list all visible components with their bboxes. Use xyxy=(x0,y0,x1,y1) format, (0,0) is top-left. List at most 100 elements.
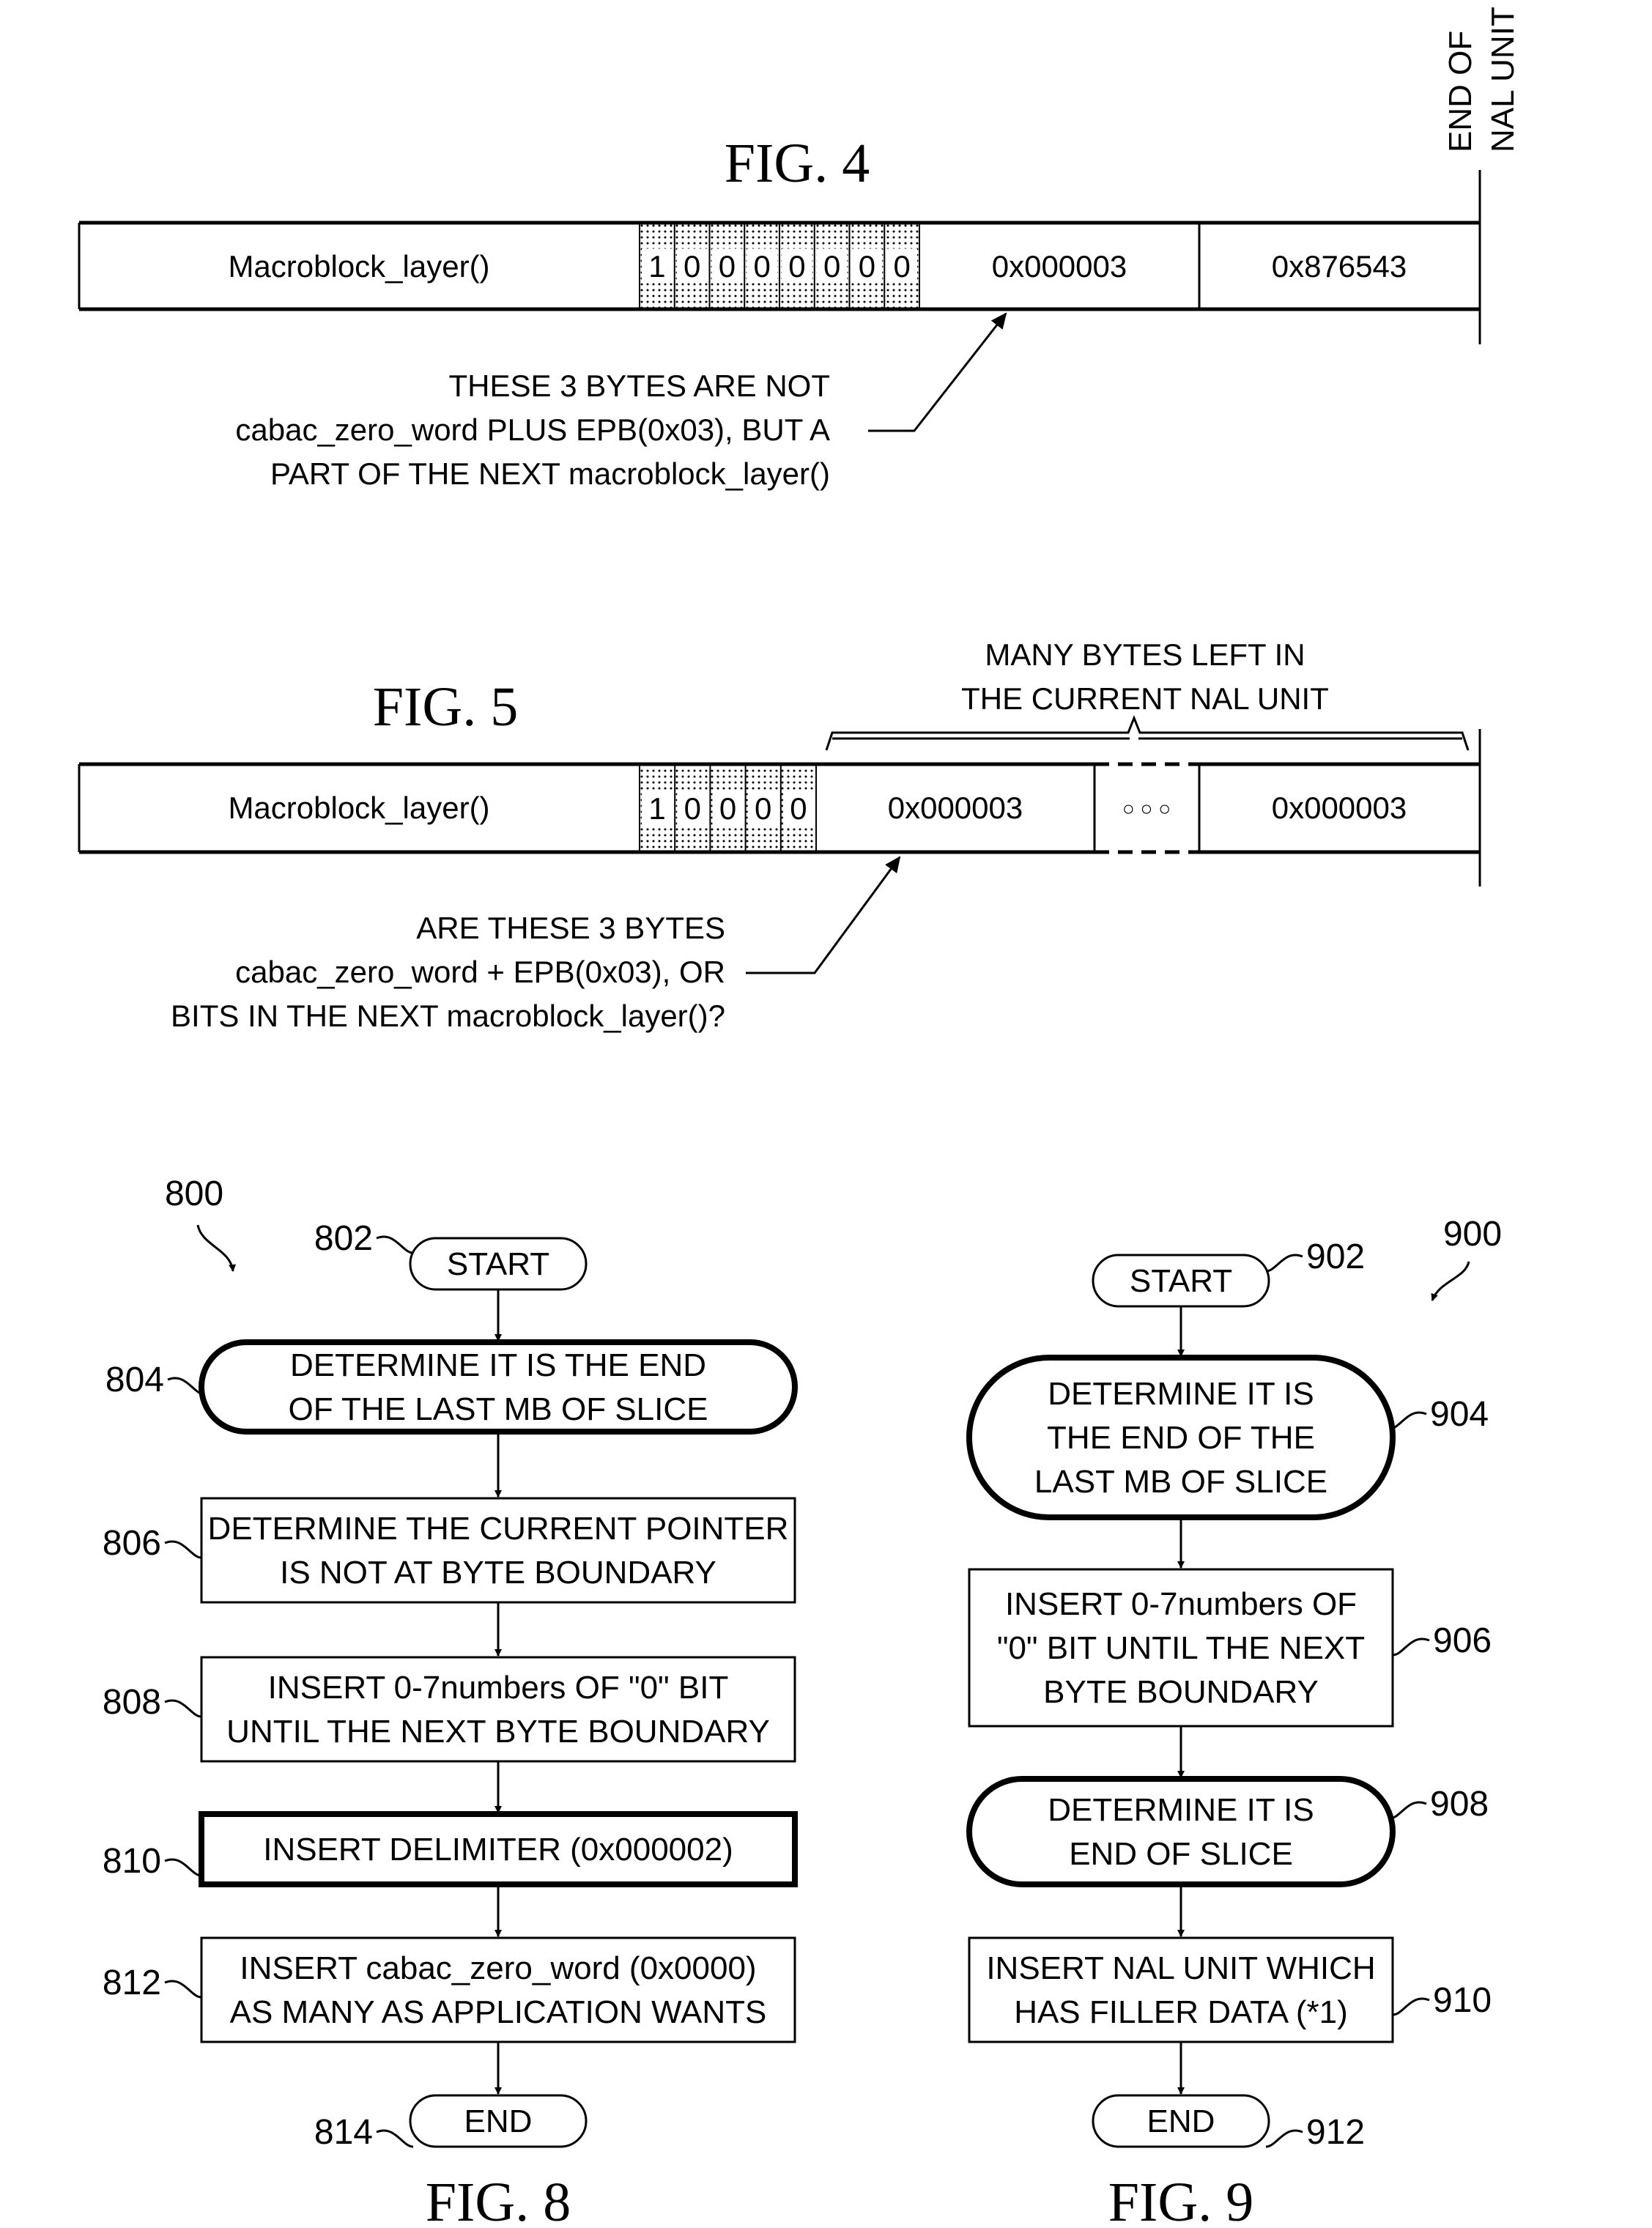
fig5-brace xyxy=(825,714,1470,751)
bit-cell: 0 xyxy=(859,249,875,284)
ref-leader xyxy=(1392,1637,1430,1657)
step-908: DETERMINE IT IS END OF SLICE 908 xyxy=(966,1776,1489,1887)
ref-number: 904 xyxy=(1430,1395,1489,1434)
ref-number: 908 xyxy=(1430,1785,1489,1824)
ref-number: 912 xyxy=(1306,2113,1365,2152)
fig5-annotation-line-3: BITS IN THE NEXT macroblock_layer()? xyxy=(171,999,725,1033)
bit-cell: 0 xyxy=(719,791,736,826)
step-text: END xyxy=(1147,2103,1215,2139)
step-text: THE END OF THE xyxy=(1047,1420,1315,1456)
step-text: DETERMINE IT IS xyxy=(1048,1792,1314,1828)
fig9-ref-arrow xyxy=(1431,1261,1470,1301)
ref-number: 812 xyxy=(103,1964,161,2002)
ref-leader xyxy=(376,1235,414,1254)
step-806: DETERMINE THE CURRENT POINTER IS NOT AT B… xyxy=(103,1497,796,1604)
fig5-bytes2-cell: 0x000003 xyxy=(1272,791,1407,825)
fig5-macroblock-cell: Macroblock_layer() xyxy=(228,791,489,825)
bit-cell: 0 xyxy=(719,249,736,284)
fig8-flowchart: 800 FIG. 8 START 802 DETERMINE IT IS THE E… xyxy=(103,1174,798,2228)
step-text: HAS FILLER DATA (*1) xyxy=(1014,1994,1348,2030)
step-912: END 912 xyxy=(1092,2094,1365,2152)
fig4-bitstream-bar: Macroblock_layer() 10000000 0x000003 0x8… xyxy=(78,221,1480,311)
ref-number: 802 xyxy=(314,1219,373,1258)
step-text: DETERMINE IT IS xyxy=(1048,1376,1314,1412)
step-text: INSERT NAL UNIT WHICH xyxy=(986,1950,1375,1986)
bit-cell: 1 xyxy=(648,249,665,284)
fig5-annotation-line-2: cabac_zero_word + EPB(0x03), OR xyxy=(235,955,725,989)
fig4-end-label-1: END OF xyxy=(1442,31,1478,152)
bit-cell: 0 xyxy=(684,249,700,284)
patent-drawing-sheet: FIG. 4 END OF NAL UNIT Macroblock_layer(… xyxy=(78,7,1521,2228)
ref-number: 804 xyxy=(105,1361,164,1399)
fig5-ellipsis-cell: ○ ○ ○ xyxy=(1122,797,1171,820)
fig4-annotation-line-2: cabac_zero_word PLUS EPB(0x03), BUT A xyxy=(235,412,830,447)
ref-number: 808 xyxy=(103,1683,161,1722)
step-text: "0" BIT UNTIL THE NEXT xyxy=(997,1630,1365,1666)
ref-number: 810 xyxy=(103,1842,161,1881)
step-814: END 814 xyxy=(314,2094,588,2152)
step-text: UNTIL THE NEXT BYTE BOUNDARY xyxy=(226,1714,770,1750)
ref-number: 814 xyxy=(314,2113,373,2152)
step-text: DETERMINE IT IS THE END xyxy=(290,1347,706,1383)
step-text: INSERT DELIMITER (0x000002) xyxy=(263,1832,733,1868)
step-810: INSERT DELIMITER (0x000002) 810 xyxy=(103,1811,798,1887)
ref-leader xyxy=(1392,1997,1430,2016)
step-text: IS NOT AT BYTE BOUNDARY xyxy=(280,1555,716,1591)
step-text: OF THE LAST MB OF SLICE xyxy=(289,1391,708,1427)
fig4-annotation-line-1: THESE 3 BYTES ARE NOT xyxy=(449,369,830,403)
fig5-annotation-line-1: ARE THESE 3 BYTES xyxy=(416,911,725,945)
step-text: END xyxy=(464,2103,533,2139)
ref-number: 806 xyxy=(103,1524,161,1563)
bit-cell: 0 xyxy=(893,249,910,284)
step-text: END OF SLICE xyxy=(1069,1836,1293,1872)
fig5-brace-label-1: MANY BYTES LEFT IN xyxy=(985,637,1305,672)
fig4-macroblock-cell: Macroblock_layer() xyxy=(228,249,489,284)
ref-number: 902 xyxy=(1306,1237,1365,1276)
fig9-flowchart: 900 FIG. 9 START 902 DETERMINE IT IS THE EN… xyxy=(966,1215,1502,2228)
fig8-ref-arrow xyxy=(196,1224,237,1272)
step-910: INSERT NAL UNIT WHICH HAS FILLER DATA (*1… xyxy=(968,1936,1492,2043)
fig9-ref: 900 xyxy=(1443,1215,1502,1254)
step-906: INSERT 0-7numbers OF "0" BIT UNTIL THE NE… xyxy=(968,1568,1492,1728)
step-text: INSERT 0-7numbers OF xyxy=(1005,1586,1357,1622)
fig4-bytes2-cell: 0x876543 xyxy=(1272,249,1407,284)
ref-leader xyxy=(1265,2129,1303,2148)
bit-cell: 0 xyxy=(823,249,840,284)
step-text: INSERT 0-7numbers OF "0" BIT xyxy=(268,1670,729,1706)
ref-leader xyxy=(164,1858,202,1877)
fig4-title: FIG. 4 xyxy=(725,133,870,194)
fig4-bytes1-cell: 0x000003 xyxy=(992,249,1127,284)
bit-cell: 1 xyxy=(648,791,665,826)
step-812: INSERT cabac_zero_word (0x0000) AS MANY A… xyxy=(103,1936,796,2043)
fig4: FIG. 4 END OF NAL UNIT Macroblock_layer(… xyxy=(78,7,1521,491)
bit-cell: 0 xyxy=(788,249,805,284)
step-text: DETERMINE THE CURRENT POINTER xyxy=(208,1511,789,1547)
ref-leader xyxy=(1389,1411,1427,1430)
fig5-title: FIG. 5 xyxy=(373,676,518,738)
step-804: DETERMINE IT IS THE END OF THE LAST MB OF… xyxy=(105,1339,798,1435)
ref-leader xyxy=(164,1699,202,1718)
step-text: START xyxy=(1130,1263,1232,1299)
ref-leader xyxy=(164,1540,202,1559)
fig8-ref: 800 xyxy=(165,1174,223,1213)
ref-number: 906 xyxy=(1433,1621,1492,1660)
step-808: INSERT 0-7numbers OF "0" BIT UNTIL THE NE… xyxy=(103,1656,796,1763)
bit-cell: 0 xyxy=(790,791,807,826)
step-904: DETERMINE IT IS THE END OF THE LAST MB OF … xyxy=(966,1355,1489,1520)
step-902: START 902 xyxy=(1092,1237,1365,1308)
step-text: INSERT cabac_zero_word (0x0000) xyxy=(240,1950,756,1986)
step-text: START xyxy=(447,1246,549,1282)
step-text: AS MANY AS APPLICATION WANTS xyxy=(230,1994,767,2030)
fig5-bitstream-bar: Macroblock_layer() 10000 0x000003 ○ ○ ○ … xyxy=(78,762,1480,854)
step-802: START 802 xyxy=(314,1219,588,1291)
fig5-leader-arrow xyxy=(746,856,901,974)
fig4-end-label-2: NAL UNIT xyxy=(1485,7,1521,152)
fig5-bytes1-cell: 0x000003 xyxy=(888,791,1023,825)
bit-cell: 0 xyxy=(755,791,771,826)
ref-leader xyxy=(164,1980,202,1999)
step-text: BYTE BOUNDARY xyxy=(1043,1674,1319,1710)
fig9-title: FIG. 9 xyxy=(1108,2172,1253,2228)
ref-number: 910 xyxy=(1433,1981,1492,2020)
fig5: FIG. 5 MANY BYTES LEFT IN THE CURRENT NA… xyxy=(78,637,1481,1033)
ref-leader xyxy=(1265,1254,1303,1273)
